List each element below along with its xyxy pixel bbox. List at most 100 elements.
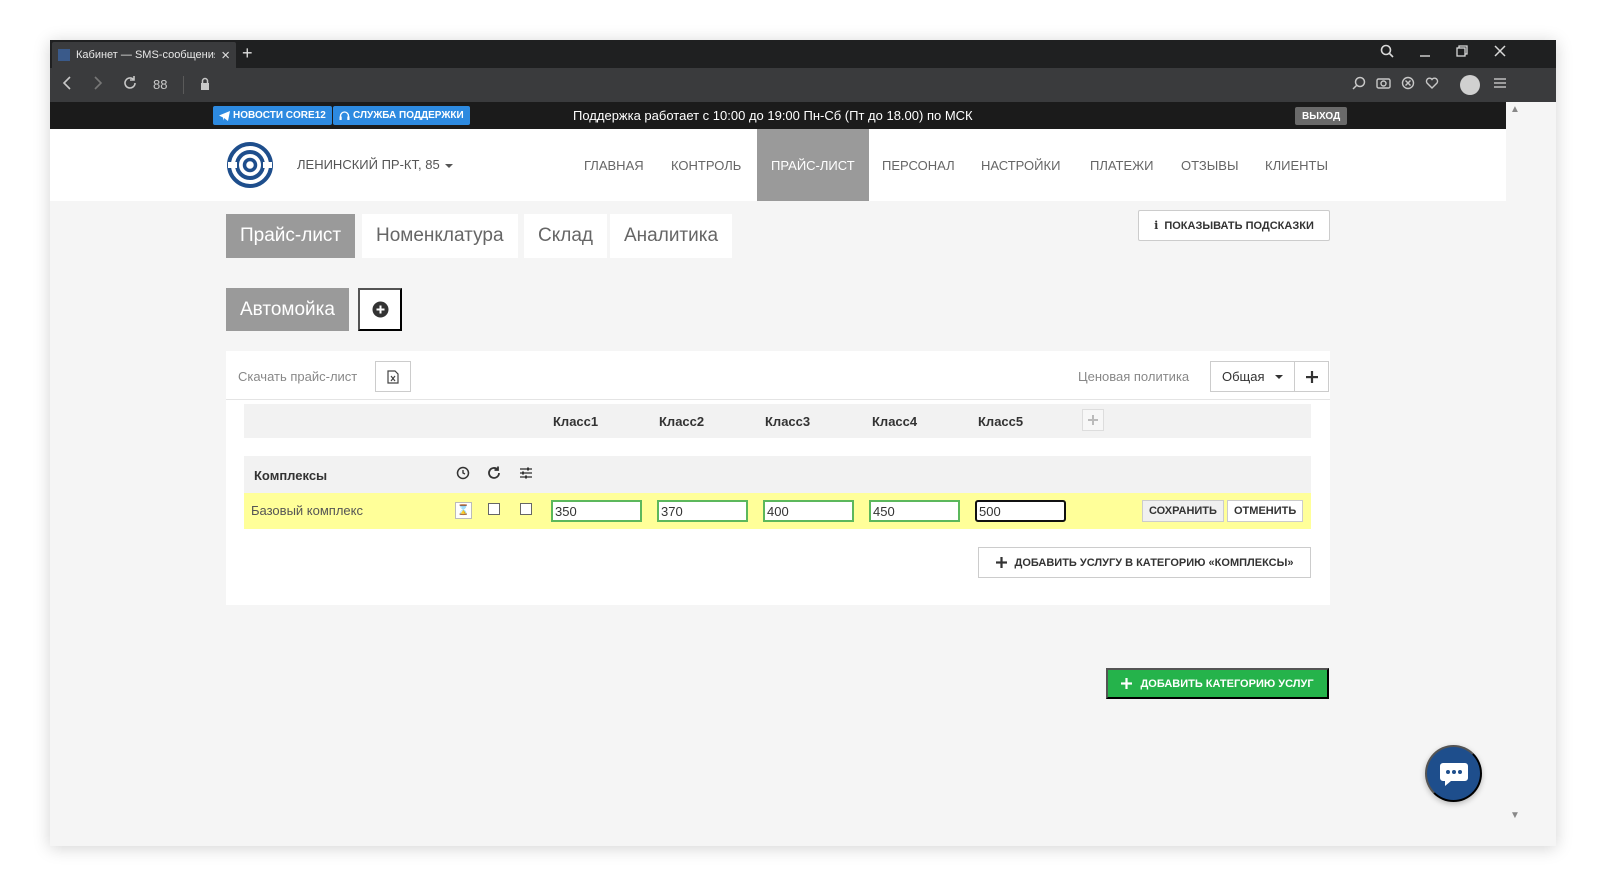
tab-title: Кабинет — SMS-сообщения <box>76 49 216 61</box>
nav-control[interactable]: КОНТРОЛЬ <box>657 129 755 201</box>
nav-staff[interactable]: ПЕРСОНАЛ <box>868 129 969 201</box>
tab-analytics[interactable]: Аналитика <box>610 214 733 258</box>
favicon-icon <box>58 49 70 61</box>
add-service-button[interactable]: ДОБАВИТЬ УСЛУГУ В КАТЕГОРИЮ «КОМПЛЕКСЫ» <box>978 547 1311 578</box>
minimize-icon[interactable] <box>1418 44 1432 63</box>
add-class-button[interactable] <box>1082 409 1104 431</box>
nav-payments[interactable]: ПЛАТЕЖИ <box>1076 129 1168 201</box>
add-category-label: ДОБАВИТЬ КАТЕГОРИЮ УСЛУГ <box>1140 677 1314 690</box>
price-policy-label: Ценовая политика <box>1078 369 1190 384</box>
close-tab-icon[interactable]: × <box>221 48 230 63</box>
options-checkbox[interactable] <box>520 503 532 515</box>
class-header: Класс5 <box>978 414 1024 429</box>
speed-dial-icon[interactable]: 88 <box>153 75 167 95</box>
chat-button[interactable] <box>1425 745 1482 802</box>
support-badge-label: СЛУЖБА ПОДДЕРЖКИ <box>353 110 464 121</box>
price-input-class1[interactable] <box>551 500 642 522</box>
search-page-icon[interactable] <box>1352 76 1366 94</box>
toolbar-divider <box>183 76 184 94</box>
site-header: ЛЕНИНСКИЙ ПР-КТ, 85 ГЛАВНАЯ КОНТРОЛЬ ПРА… <box>50 129 1506 201</box>
tab-warehouse[interactable]: Склад <box>524 214 607 258</box>
browser-toolbar: 88 <box>50 68 1556 102</box>
browser-window: Кабинет — SMS-сообщения × + 88 НОВОСТИ C… <box>50 40 1556 846</box>
camera-icon[interactable] <box>1376 76 1391 94</box>
plus-icon <box>995 557 1007 568</box>
nav-pricelist[interactable]: ПРАЙС-ЛИСТ <box>757 129 869 201</box>
hourglass-icon[interactable]: ⌛ <box>455 502 472 519</box>
price-input-class3[interactable] <box>763 500 854 522</box>
headset-icon <box>339 110 350 120</box>
location-label: ЛЕНИНСКИЙ ПР-КТ, 85 <box>297 157 440 172</box>
plus-circle-icon <box>372 301 388 318</box>
location-selector[interactable]: ЛЕНИНСКИЙ ПР-КТ, 85 <box>297 157 453 172</box>
service-name: Базовый комплекс <box>251 503 363 518</box>
table-row: Базовый комплекс ⌛ СОХРАНИТЬ ОТМЕНИТЬ <box>244 493 1311 529</box>
add-category-tab-button[interactable] <box>358 288 402 331</box>
group-header-complexes: Комплексы <box>244 456 1311 493</box>
core12-logo-icon[interactable] <box>226 141 274 189</box>
plus-icon <box>1088 415 1098 425</box>
forward-icon[interactable] <box>92 75 104 97</box>
excel-file-icon <box>387 369 399 384</box>
tab-pricelist[interactable]: Прайс-лист <box>226 214 356 258</box>
pricelist-panel: Скачать прайс-лист Ценовая политика Обща… <box>226 351 1330 605</box>
adblock-icon[interactable] <box>1401 76 1415 94</box>
price-input-class2[interactable] <box>657 500 748 522</box>
save-button[interactable]: СОХРАНИТЬ <box>1142 500 1224 522</box>
chevron-down-icon <box>444 163 453 168</box>
browser-tabbar: Кабинет — SMS-сообщения × + <box>50 40 1556 68</box>
news-badge-label: НОВОСТИ CORE12 <box>233 110 326 121</box>
refresh-icon <box>488 466 500 479</box>
price-input-class5[interactable] <box>975 500 1066 522</box>
news-badge[interactable]: НОВОСТИ CORE12 <box>213 106 332 125</box>
heart-icon[interactable] <box>1425 76 1439 94</box>
support-bar: НОВОСТИ CORE12 СЛУЖБА ПОДДЕРЖКИ Поддержк… <box>50 102 1506 129</box>
group-title: Комплексы <box>254 468 328 483</box>
add-price-policy-button[interactable] <box>1294 361 1329 392</box>
show-hints-label: ПОКАЗЫВАТЬ ПОДСКАЗКИ <box>1164 219 1314 232</box>
support-hours-text: Поддержка работает с 10:00 до 19:00 Пн-С… <box>573 108 973 123</box>
nav-reviews[interactable]: ОТЗЫВЫ <box>1167 129 1252 201</box>
class-header: Класс2 <box>659 414 705 429</box>
browser-tab[interactable]: Кабинет — SMS-сообщения × <box>52 42 236 68</box>
price-input-class4[interactable] <box>869 500 960 522</box>
repeat-checkbox[interactable] <box>488 503 500 515</box>
back-icon[interactable] <box>61 75 73 97</box>
new-tab-icon[interactable]: + <box>242 43 253 63</box>
restore-icon[interactable] <box>1455 44 1469 63</box>
telegram-icon <box>219 110 230 121</box>
cancel-button[interactable]: ОТМЕНИТЬ <box>1227 500 1304 522</box>
nav-clients[interactable]: КЛИЕНТЫ <box>1251 129 1342 201</box>
plus-icon <box>1305 370 1318 383</box>
info-icon: i <box>1154 219 1159 232</box>
plus-icon <box>1121 678 1133 689</box>
exit-button[interactable]: ВЫХОД <box>1295 107 1348 125</box>
chevron-down-icon <box>1274 374 1283 379</box>
scroll-up-arrow-icon[interactable]: ▲ <box>1510 104 1520 115</box>
chat-bubble-icon <box>1439 762 1468 786</box>
nav-home[interactable]: ГЛАВНАЯ <box>570 129 658 201</box>
class-header: Класс4 <box>872 414 918 429</box>
profile-avatar-icon[interactable] <box>1460 75 1480 95</box>
tab-nomenclature[interactable]: Номенклатура <box>362 214 518 258</box>
support-badge[interactable]: СЛУЖБА ПОДДЕРЖКИ <box>333 106 470 125</box>
clock-icon <box>456 466 470 480</box>
divider <box>226 399 1330 400</box>
close-window-icon[interactable] <box>1493 44 1507 63</box>
price-policy-select[interactable]: Общая <box>1210 361 1295 392</box>
easy-setup-icon[interactable] <box>1493 76 1507 94</box>
search-tabs-icon[interactable] <box>1380 44 1394 63</box>
show-hints-button[interactable]: i ПОКАЗЫВАТЬ ПОДСКАЗКИ <box>1138 210 1330 241</box>
lock-icon[interactable] <box>200 77 210 91</box>
scroll-down-arrow-icon[interactable]: ▼ <box>1510 810 1520 821</box>
main-content: Прайс-лист Номенклатура Склад Аналитика … <box>50 201 1506 846</box>
download-excel-button[interactable] <box>375 361 411 392</box>
price-policy-value: Общая <box>1222 369 1265 384</box>
class-header: Класс1 <box>553 414 599 429</box>
reload-icon[interactable] <box>122 75 138 97</box>
class-header: Класс3 <box>765 414 811 429</box>
category-tab-carwash[interactable]: Автомойка <box>226 288 349 331</box>
add-service-label: ДОБАВИТЬ УСЛУГУ В КАТЕГОРИЮ «КОМПЛЕКСЫ» <box>1014 556 1294 569</box>
nav-settings[interactable]: НАСТРОЙКИ <box>967 129 1074 201</box>
add-category-button[interactable]: ДОБАВИТЬ КАТЕГОРИЮ УСЛУГ <box>1106 668 1329 699</box>
